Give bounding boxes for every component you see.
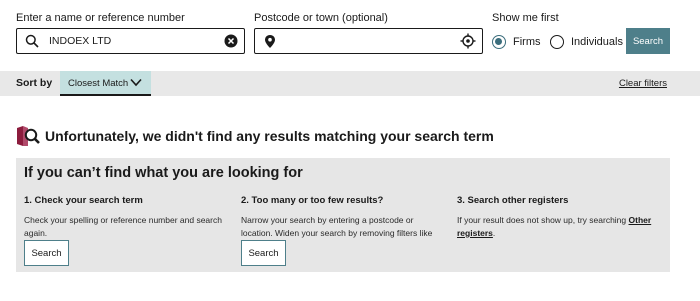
individuals-radio-label[interactable]: Individuals <box>571 36 623 48</box>
help-search-button-1[interactable]: Search <box>24 240 69 266</box>
help-heading-check-term: 1. Check your search term <box>24 195 143 206</box>
sort-label: Sort by <box>16 77 53 89</box>
name-field-label: Enter a name or reference number <box>16 12 185 24</box>
help-text-other-registers-suffix: . <box>492 228 496 238</box>
search-button[interactable]: Search <box>626 28 670 54</box>
firms-radio[interactable] <box>492 35 506 49</box>
sort-selected-value: Closest Match <box>68 78 129 89</box>
sort-select[interactable]: Closest Match <box>60 71 151 96</box>
help-text-other-registers-prefix: If your result does not show up, try sea… <box>457 215 629 225</box>
no-results-icon <box>17 126 40 146</box>
name-search-input[interactable]: INDOEX LTD <box>16 28 245 54</box>
firms-radio-label[interactable]: Firms <box>513 36 541 48</box>
help-heading-results-count: 2. Too many or too few results? <box>241 195 384 206</box>
map-pin-icon <box>265 35 275 48</box>
location-field-label: Postcode or town (optional) <box>254 12 388 24</box>
name-input-value: INDOEX LTD <box>49 35 112 47</box>
help-column-check-term: 1. Check your search term Check your spe… <box>24 195 229 240</box>
clear-filters-link[interactable]: Clear filters <box>619 78 667 89</box>
help-heading-other-registers: 3. Search other registers <box>457 195 569 206</box>
show-first-label: Show me first <box>492 12 559 24</box>
help-text-other-registers: If your result does not show up, try sea… <box>457 214 662 240</box>
help-text-check-term: Check your spelling or reference number … <box>24 215 222 238</box>
no-results-message: Unfortunately, we didn't find any result… <box>45 128 494 144</box>
sort-bar: Sort by Closest Match Clear filters <box>0 71 700 96</box>
individuals-radio[interactable] <box>550 35 564 49</box>
help-panel: If you can’t find what you are looking f… <box>16 158 670 272</box>
help-title: If you can’t find what you are looking f… <box>24 165 303 181</box>
help-search-button-2[interactable]: Search <box>241 240 286 266</box>
clear-icon[interactable] <box>224 34 238 48</box>
help-column-other-registers: 3. Search other registers If your result… <box>457 195 662 240</box>
search-icon <box>25 34 39 48</box>
crosshair-icon[interactable] <box>460 33 476 49</box>
chevron-down-icon <box>130 78 142 87</box>
location-search-input[interactable] <box>254 28 483 54</box>
